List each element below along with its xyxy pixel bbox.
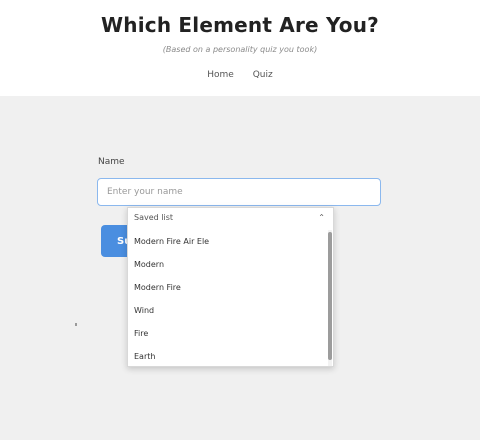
- chevron-up-icon[interactable]: ⌃: [318, 208, 325, 228]
- scrollbar-thumb[interactable]: [328, 232, 332, 360]
- option-list: Modern Fire Air Ele Modern Modern Fire W…: [128, 230, 326, 366]
- name-label: Name: [98, 157, 125, 167]
- page-subtitle: (Based on a personality quiz you took): [162, 45, 318, 54]
- dropdown-option[interactable]: Wind: [128, 299, 326, 322]
- dropdown-option[interactable]: Fire: [128, 322, 326, 345]
- name-input[interactable]: [97, 178, 381, 206]
- dropdown-option[interactable]: Modern Fire Air Ele: [128, 230, 326, 253]
- dropdown-option[interactable]: Modern: [128, 253, 326, 276]
- dropdown-header: Saved list: [134, 213, 174, 222]
- dropdown-option[interactable]: Earth: [128, 345, 326, 366]
- nav-bar: Home Quiz: [0, 70, 480, 80]
- page-title: Which Element Are You?: [101, 13, 379, 37]
- nav-link-home[interactable]: Home: [207, 70, 234, 80]
- nav-link-quiz[interactable]: Quiz: [253, 70, 273, 80]
- header: Which Element Are You? (Based on a perso…: [0, 0, 480, 96]
- page: Which Element Are You? (Based on a perso…: [0, 0, 480, 440]
- mouse-cursor-icon: [75, 323, 77, 326]
- autocomplete-dropdown: Saved list ⌃ Modern Fire Air Ele Modern …: [127, 207, 334, 367]
- dropdown-option[interactable]: Modern Fire: [128, 276, 326, 299]
